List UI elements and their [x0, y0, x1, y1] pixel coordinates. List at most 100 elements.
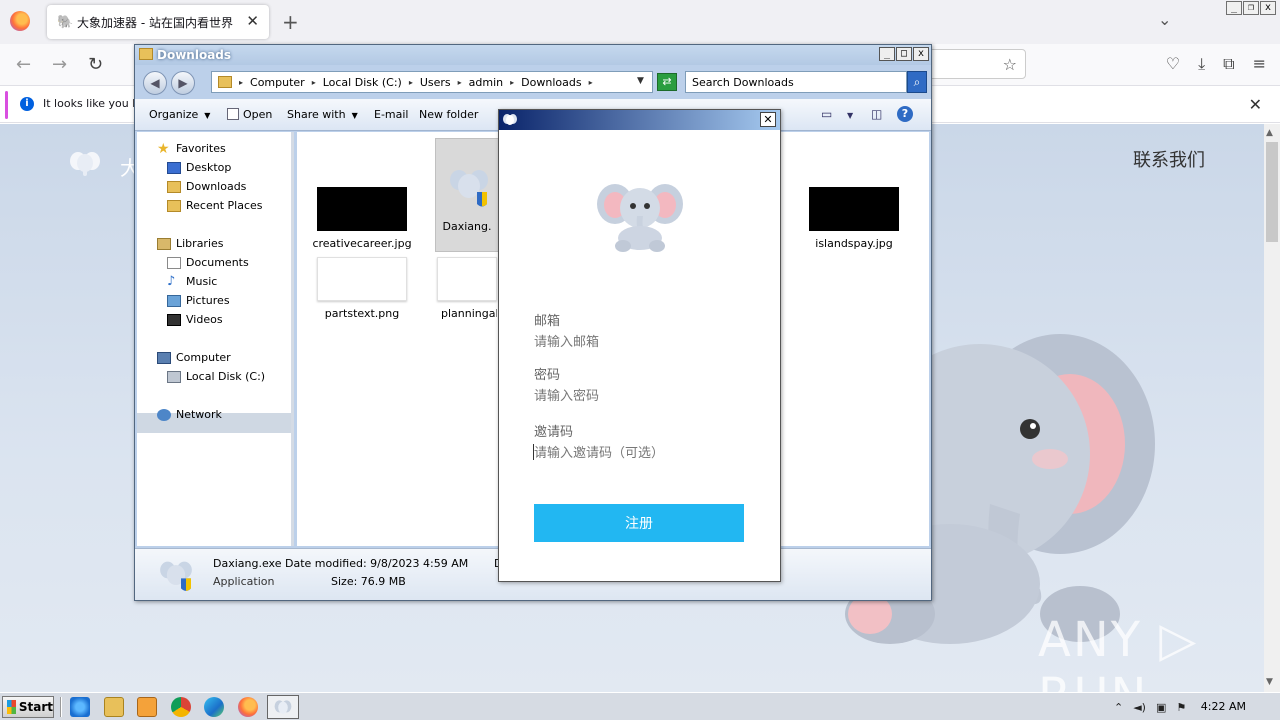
speaker-icon[interactable]: ◄) [1133, 701, 1146, 714]
explorer-back-button[interactable]: ◀ [143, 71, 167, 95]
nav-libraries[interactable]: Libraries [157, 237, 224, 250]
share-with-menu[interactable]: Share with ▼ [287, 108, 358, 121]
details-file-name: Daxiang.exe [213, 557, 282, 570]
breadcrumb-admin[interactable]: admin [469, 76, 503, 89]
action-center-flag-icon[interactable]: ⚑ [1176, 701, 1186, 714]
forward-arrow-icon[interactable]: → [52, 54, 67, 75]
system-tray: ⌃ ◄) ▣ ⚑ [1108, 695, 1280, 719]
reload-icon[interactable]: ↻ [88, 54, 103, 75]
chevron-right-icon[interactable]: ▸ [458, 78, 462, 87]
nav-computer[interactable]: Computer [157, 351, 231, 364]
nav-music-label: Music [186, 275, 218, 288]
explorer-title-bar[interactable]: Downloads _ □ x [135, 45, 931, 65]
chevron-right-icon[interactable]: ▸ [409, 78, 413, 87]
elephant-logo-icon [70, 152, 100, 176]
edge-icon[interactable] [204, 697, 224, 717]
media-player-icon[interactable] [137, 697, 157, 717]
new-folder-button[interactable]: New folder [419, 108, 478, 121]
email-field[interactable] [534, 332, 744, 352]
nav-videos[interactable]: Videos [167, 313, 223, 326]
nav-desktop[interactable]: Desktop [167, 161, 231, 174]
tab-close-icon[interactable]: ✕ [246, 12, 259, 30]
explorer-window-controls: _ □ x [879, 47, 929, 61]
restore-button[interactable]: ❐ [1243, 1, 1259, 15]
caret-down-icon: ▼ [204, 111, 211, 120]
preview-pane-icon[interactable]: ◫ [871, 107, 882, 121]
explorer-minimize-button[interactable]: _ [879, 47, 895, 61]
chevron-right-icon[interactable]: ▸ [312, 78, 316, 87]
internet-explorer-icon[interactable] [70, 697, 90, 717]
downloads-icon[interactable]: ⤓ [1198, 54, 1205, 74]
scroll-up-icon[interactable]: ▲ [1266, 128, 1273, 138]
firefox-taskbar-icon[interactable] [238, 697, 258, 717]
breadcrumb-users[interactable]: Users [420, 76, 451, 89]
nav-local-disk[interactable]: Local Disk (C:) [167, 370, 265, 383]
back-arrow-icon[interactable]: ← [16, 54, 31, 75]
email-button[interactable]: E-mail [374, 108, 409, 121]
file-item-partstext[interactable]: partstext.png [307, 257, 417, 320]
file-item-creativecareer[interactable]: creativecareer.jpg [307, 187, 417, 250]
daxiang-taskbar-button[interactable] [267, 695, 299, 719]
help-icon[interactable]: ? [897, 106, 913, 122]
file-explorer-icon[interactable] [104, 697, 124, 717]
notification-close-icon[interactable]: ✕ [1249, 95, 1262, 114]
breadcrumb-downloads[interactable]: Downloads [521, 76, 581, 89]
list-all-tabs-button[interactable]: ⌄ [1158, 10, 1171, 29]
explorer-close-button[interactable]: x [913, 47, 929, 61]
contact-us-link[interactable]: 联系我们 [1133, 146, 1205, 172]
dialog-close-button[interactable]: ✕ [760, 112, 776, 127]
refresh-icon[interactable]: ⇄ [657, 73, 677, 91]
organize-menu[interactable]: Organize ▼ [149, 108, 210, 121]
nav-favorites[interactable]: ★ Favorites [157, 142, 226, 156]
videos-icon [167, 313, 181, 326]
close-window-button[interactable]: x [1260, 1, 1276, 15]
search-icon[interactable]: ⌕ [907, 71, 927, 93]
search-input[interactable]: Search Downloads [685, 71, 907, 93]
open-button[interactable]: Open [227, 108, 272, 121]
network-tray-icon[interactable]: ▣ [1156, 701, 1166, 714]
chevron-right-icon[interactable]: ▸ [239, 78, 243, 87]
view-dropdown-icon[interactable]: ▼ [847, 111, 853, 120]
chevron-right-icon[interactable]: ▸ [510, 78, 514, 87]
file-item-planningallc[interactable]: planningallc [437, 257, 497, 320]
chrome-icon[interactable] [171, 697, 191, 717]
nav-network-label: Network [176, 408, 222, 421]
explorer-address-row: ◀ ▶ ▸ Computer ▸ Local Disk (C:) ▸ Users… [135, 65, 931, 99]
bookmark-star-icon[interactable]: ☆ [1003, 55, 1017, 74]
password-field[interactable] [534, 386, 744, 406]
documents-icon [167, 256, 181, 269]
nav-documents[interactable]: Documents [167, 256, 249, 269]
pocket-icon[interactable]: ♡ [1166, 54, 1180, 74]
register-button[interactable]: 注册 [534, 504, 744, 542]
explorer-forward-button[interactable]: ▶ [171, 71, 195, 95]
firefox-logo-icon[interactable] [10, 11, 30, 31]
invite-code-field[interactable] [534, 443, 744, 463]
dialog-title-bar[interactable]: ✕ [499, 110, 780, 130]
scrollbar-thumb[interactable] [1266, 142, 1278, 242]
clock[interactable]: 4:22 AM [1201, 700, 1246, 713]
file-item-islandspay[interactable]: islandspay.jpg [799, 187, 909, 250]
explorer-maximize-button[interactable]: □ [896, 47, 912, 61]
tray-expand-icon[interactable]: ⌃ [1114, 701, 1123, 714]
breadcrumb-local-disk[interactable]: Local Disk (C:) [323, 76, 402, 89]
nav-recent-places[interactable]: Recent Places [167, 199, 263, 212]
nav-downloads[interactable]: Downloads [167, 180, 246, 193]
page-scrollbar[interactable]: ▲ ▼ [1264, 124, 1280, 692]
nav-music[interactable]: ♪ Music [167, 275, 218, 289]
view-options-icon[interactable]: ▭ [821, 107, 832, 121]
start-button[interactable]: Start [2, 696, 54, 718]
extensions-icon[interactable]: ⧉ [1223, 54, 1234, 74]
menu-icon[interactable]: ≡ [1253, 54, 1266, 74]
folder-icon [139, 48, 153, 60]
browser-tab-active[interactable]: 🐘 大象加速器 - 站在国内看世界 ✕ [47, 5, 269, 39]
nav-network[interactable]: Network [157, 408, 222, 421]
nav-pictures[interactable]: Pictures [167, 294, 230, 307]
breadcrumb-computer[interactable]: Computer [250, 76, 305, 89]
minimize-button[interactable]: _ [1226, 1, 1242, 15]
scroll-down-icon[interactable]: ▼ [1266, 677, 1273, 687]
address-dropdown-icon[interactable]: ▼ [637, 76, 644, 86]
toolbar-buttons: ♡ ⤓ ⧉ ≡ [1166, 54, 1266, 74]
new-tab-button[interactable]: + [282, 10, 299, 34]
chevron-right-icon[interactable]: ▸ [589, 78, 593, 87]
address-bar[interactable]: ▸ Computer ▸ Local Disk (C:) ▸ Users ▸ a… [211, 71, 653, 93]
